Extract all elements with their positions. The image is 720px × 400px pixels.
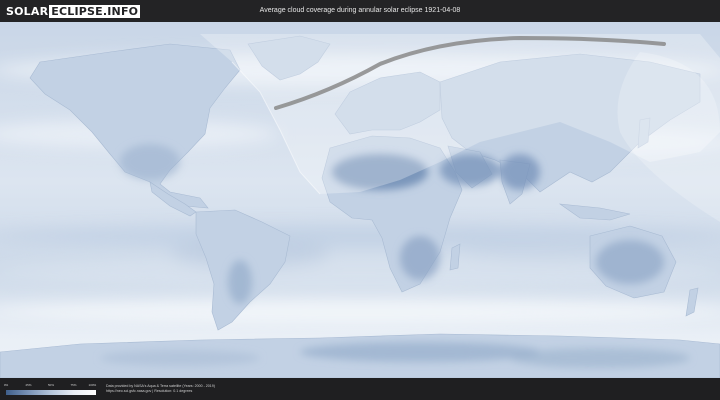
credits-line-2[interactable]: https://neo.sci.gsfc.nasa.gov | Resoluti…	[106, 389, 215, 394]
footer-bar: 0% 25% 50% 75% 100% Data provided by NAS…	[0, 378, 720, 400]
legend-tick-50: 50%	[47, 383, 55, 387]
legend-tick-0: 0%	[3, 383, 9, 387]
legend-tick-75: 75%	[70, 383, 77, 387]
header-bar: SOLAR ECLIPSE.INFO Average cloud coverag…	[0, 0, 720, 22]
legend-tick-25: 25%	[25, 383, 32, 387]
legend-ticks: 0% 25% 50% 75% 100%	[3, 383, 97, 388]
data-credits: Data provided by NASA's Aqua & Terra sat…	[106, 384, 215, 394]
world-map-svg	[0, 22, 720, 378]
page-title: Average cloud coverage during annular so…	[259, 7, 461, 14]
cloud-coverage-map	[0, 22, 720, 378]
legend-tick-100: 100%	[88, 383, 97, 387]
cloud-coverage-legend: 0% 25% 50% 75% 100%	[3, 383, 97, 395]
legend-gradient-bar	[6, 390, 96, 395]
